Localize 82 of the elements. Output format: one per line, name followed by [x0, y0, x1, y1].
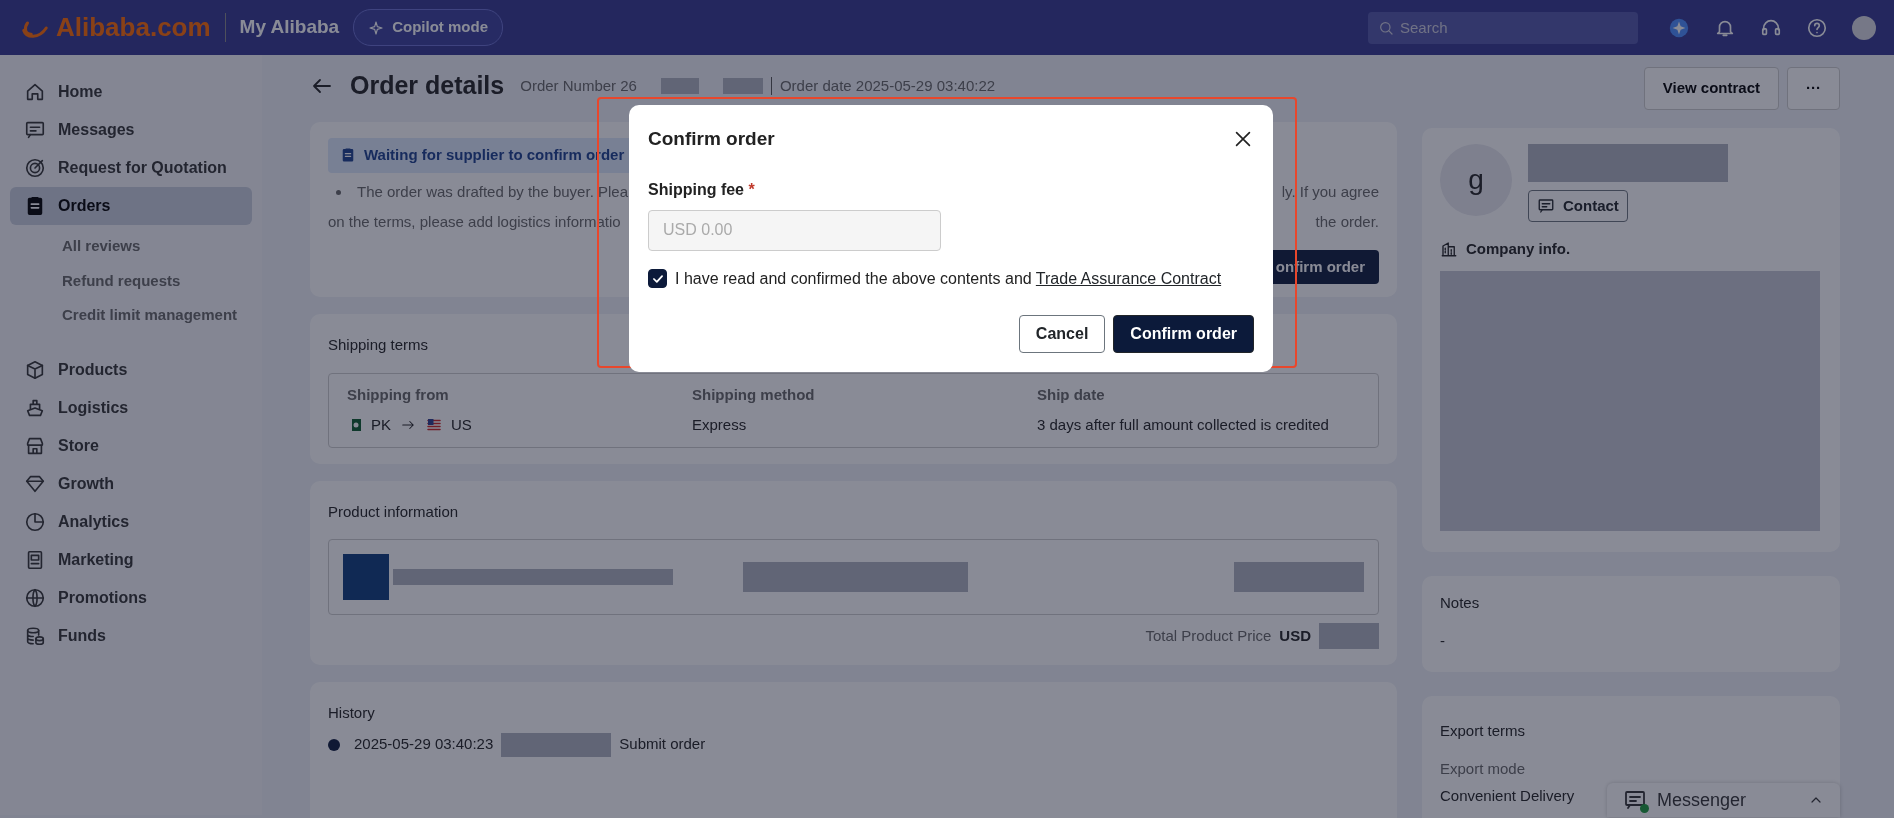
confirm-order-button[interactable]: Confirm order [1113, 314, 1254, 353]
sidebar-item[interactable]: Orders [10, 187, 252, 225]
sidebar-subitem[interactable]: Credit limit management [10, 298, 238, 333]
contract-link[interactable]: Trade Assurance Contract [1035, 269, 1222, 287]
redacted-block [722, 78, 763, 94]
column-label: Shipping from [347, 384, 450, 405]
copilot-mode-button[interactable]: Copilot mode [353, 9, 503, 46]
message-icon [24, 119, 46, 141]
required-mark: * [748, 180, 755, 198]
sidebar-item[interactable]: Request for Quotation [10, 149, 252, 187]
column-value: 3 days after full amount collected is credited [1037, 415, 1329, 435]
sidebar-item[interactable]: Growth [10, 464, 252, 503]
chat-icon [1623, 788, 1647, 812]
search-field[interactable]: Search [1368, 11, 1638, 44]
column-label: Ship date [1037, 384, 1106, 405]
agreement-text: I have read and confirmed the above contents and Trade Assurance Contract [675, 268, 1222, 289]
image-placeholder [343, 554, 389, 600]
column-label: Shipping method [692, 384, 816, 405]
section-title: Shipping terms [328, 335, 430, 355]
field-label: Export mode [1440, 759, 1527, 779]
redacted-block [1319, 623, 1379, 649]
description-text: ly. If you agree [1281, 181, 1379, 202]
order-date: Order date 2025-05-29 03:40:22 [779, 75, 996, 96]
sidebar-subitem[interactable]: All reviews [10, 229, 141, 264]
history-time: 2025-05-29 03:40:23 [354, 734, 494, 755]
sparkle-icon [368, 19, 385, 36]
view-contract-button[interactable]: View contract [1643, 67, 1779, 110]
modal-title: Confirm order [648, 127, 775, 151]
order-number: Order Number 26 [520, 75, 637, 96]
sidebar-item[interactable]: Home [10, 73, 252, 111]
section-title: My Alibaba [224, 13, 340, 42]
agree-checkbox[interactable] [648, 269, 667, 288]
sidebar-item[interactable]: Analytics [10, 502, 252, 541]
section-title: Product information [328, 501, 460, 522]
sidebar-item[interactable]: Products [10, 350, 252, 389]
sidebar-subitem[interactable]: Refund requests [10, 263, 181, 298]
sidebar-item[interactable]: Funds [10, 616, 252, 655]
shipping-fee-field[interactable]: USD 0.00 [648, 209, 941, 251]
country-code: PK [371, 415, 391, 435]
online-dot [1640, 804, 1649, 813]
pakistan-flag-icon [347, 419, 363, 432]
country-code: US [451, 415, 472, 435]
avatar-circle[interactable] [1852, 15, 1876, 40]
section-title: Notes [1440, 592, 1481, 613]
globe-icon [24, 586, 46, 609]
redacted-block [660, 78, 699, 94]
more-options-button[interactable]: ··· [1787, 67, 1840, 110]
total-price-label: Total Product Price [1145, 625, 1272, 646]
column-value: Express [692, 415, 747, 435]
contact-button[interactable]: Contact [1528, 189, 1628, 222]
star-badge-icon[interactable] [1668, 16, 1690, 39]
field-label: Shipping fee * [648, 179, 756, 200]
section-title: Export terms [1440, 720, 1527, 741]
sidebar-item[interactable]: Messages [10, 111, 252, 149]
field-value: Convenient Delivery [1440, 785, 1575, 806]
seller-avatar: g [1440, 143, 1512, 216]
description-text: the order. [1315, 212, 1379, 232]
target-icon [24, 157, 46, 179]
company-info-label: Company info. [1466, 239, 1571, 259]
page-title: Order details [350, 70, 505, 102]
description-text: The order was drafted by the buyer. Plea [328, 180, 628, 203]
sidebar-item[interactable]: Logistics [10, 388, 252, 427]
cancel-button[interactable]: Cancel [1018, 314, 1106, 353]
clipboard-icon [340, 147, 356, 164]
help-icon[interactable] [1806, 16, 1828, 39]
notes-value: - [1440, 631, 1446, 651]
sidebar-item[interactable]: Store [10, 426, 252, 465]
box-icon [24, 358, 46, 381]
history-action: Submit order [619, 734, 706, 755]
sidebar-item[interactable]: Marketing [10, 540, 252, 579]
message-icon [1537, 196, 1555, 215]
messenger-bar[interactable]: Messenger [1607, 783, 1840, 817]
search-icon [1378, 19, 1394, 36]
coins-icon [24, 624, 46, 647]
pie-chart-icon [24, 510, 46, 533]
section-title: History [328, 703, 376, 723]
timeline-dot [328, 738, 340, 751]
currency-text: USD [1279, 625, 1311, 646]
building-icon [1440, 240, 1458, 259]
home-icon [24, 81, 46, 103]
sidebar-item[interactable]: Promotions [10, 578, 252, 617]
us-flag-icon [425, 419, 443, 432]
